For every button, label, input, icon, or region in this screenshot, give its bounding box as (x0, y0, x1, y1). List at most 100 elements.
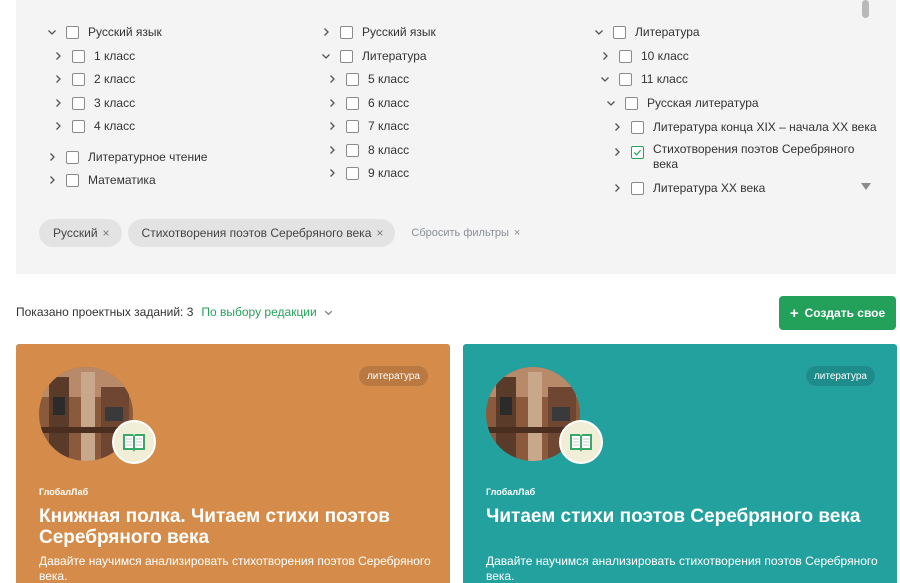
chevron-down-icon[interactable] (605, 97, 617, 109)
tree-node-grade-8[interactable]: 8 класс (326, 140, 409, 160)
chevron-down-icon[interactable] (599, 73, 611, 85)
filter-chip-label: Стихотворения поэтов Серебряного века (141, 226, 372, 240)
tree-node-label: 6 класс (368, 96, 410, 110)
chevron-right-icon[interactable] (52, 50, 64, 62)
scroll-down-arrow-icon[interactable] (861, 183, 871, 190)
checkbox[interactable] (72, 49, 85, 63)
checkbox[interactable] (66, 25, 79, 39)
tree-node-grade-7[interactable]: 7 класс (326, 116, 409, 136)
subject-badge: литература (358, 366, 428, 386)
sort-dropdown[interactable]: По выбору редакции (201, 305, 332, 319)
tree-node-literary-reading[interactable]: Литературное чтение (46, 147, 207, 167)
checkbox[interactable] (72, 72, 85, 86)
checkbox[interactable] (619, 72, 632, 86)
chevron-right-icon[interactable] (52, 97, 64, 109)
chevron-right-icon[interactable] (326, 73, 338, 85)
checkbox-checked[interactable] (631, 146, 644, 159)
chevron-down-icon[interactable] (593, 26, 605, 38)
checkbox[interactable] (346, 166, 359, 180)
reset-filters-label: Сбросить фильтры (411, 227, 509, 239)
create-own-label: Создать свое (804, 306, 886, 320)
checkbox[interactable] (619, 49, 632, 63)
active-filters: Русский × Стихотворения поэтов Серебряно… (39, 219, 520, 247)
tree-node-label: 5 класс (368, 72, 410, 86)
chevron-right-icon[interactable] (326, 120, 338, 132)
tree-node-grade-2[interactable]: 2 класс (52, 69, 135, 89)
tree-node-grade-4[interactable]: 4 класс (52, 116, 135, 136)
tree-node-label: Стихотворения поэтов Серебряного века (653, 142, 855, 171)
card-description: Давайте научимся анализировать стихотвор… (39, 554, 431, 583)
tree-node-grade-1[interactable]: 1 класс (52, 46, 135, 66)
close-icon[interactable]: × (376, 226, 383, 240)
chevron-right-icon[interactable] (611, 146, 623, 158)
chevron-right-icon[interactable] (326, 167, 338, 179)
checkbox[interactable] (631, 181, 644, 195)
chevron-right-icon[interactable] (320, 26, 332, 38)
checkbox[interactable] (631, 120, 644, 134)
tree-node-grade-9[interactable]: 9 класс (326, 163, 409, 183)
tree-node-label: 7 класс (368, 119, 410, 133)
tree-node-label: 10 класс (641, 49, 689, 63)
tree-node-russian[interactable]: Русский язык (46, 22, 162, 42)
tree-node-grade-3[interactable]: 3 класс (52, 93, 135, 113)
checkbox[interactable] (66, 150, 79, 164)
project-card[interactable]: литература ГлобалЛаб Книжная полка. Чита… (16, 344, 450, 583)
chevron-down-icon[interactable] (320, 50, 332, 62)
tree-node-label: Русская литература (647, 96, 759, 110)
card-description: Давайте научимся анализировать стихотвор… (486, 554, 878, 583)
checkbox[interactable] (72, 96, 85, 110)
book-icon (112, 420, 156, 464)
checkbox[interactable] (340, 25, 353, 39)
checkbox[interactable] (72, 119, 85, 133)
card-org: ГлобалЛаб (39, 487, 89, 497)
project-card[interactable]: литература ГлобалЛаб Читаем стихи поэтов… (463, 344, 897, 583)
chevron-right-icon[interactable] (611, 121, 623, 133)
tree-node-literature[interactable]: Литература (593, 22, 700, 42)
card-org: ГлобалЛаб (486, 487, 536, 497)
tree-node-math[interactable]: Математика (46, 170, 156, 190)
chevron-right-icon[interactable] (326, 144, 338, 156)
results-summary: Показано проектных заданий: 3 По выбору … (16, 305, 333, 319)
chevron-down-icon[interactable] (46, 26, 58, 38)
chevron-right-icon[interactable] (599, 50, 611, 62)
tree-node-literature[interactable]: Литература (320, 46, 427, 66)
chevron-right-icon[interactable] (326, 97, 338, 109)
tree-node-grade-5[interactable]: 5 класс (326, 69, 409, 89)
checkbox[interactable] (346, 72, 359, 86)
chevron-right-icon[interactable] (52, 73, 64, 85)
chevron-right-icon[interactable] (52, 120, 64, 132)
tree-node-late-19th-literature[interactable]: Литература конца XIX – начала XX века (611, 117, 877, 137)
tree-node-russian-literature[interactable]: Русская литература (605, 93, 759, 113)
filter-chip[interactable]: Стихотворения поэтов Серебряного века × (127, 219, 396, 247)
card-title[interactable]: Книжная полка. Читаем стихи поэтов Сереб… (39, 506, 434, 548)
tree-node-grade-11[interactable]: 11 класс (599, 69, 688, 89)
book-icon (559, 420, 603, 464)
create-own-button[interactable]: + Создать свое (779, 296, 896, 330)
tree-node-label: Русский язык (88, 25, 162, 39)
chevron-right-icon[interactable] (46, 151, 58, 163)
tree-node-grade-6[interactable]: 6 класс (326, 93, 409, 113)
tree-node-20th-century-literature[interactable]: Литература XX века (611, 178, 765, 198)
chevron-right-icon[interactable] (46, 174, 58, 186)
scrollbar-thumb[interactable] (862, 0, 869, 18)
card-title[interactable]: Читаем стихи поэтов Серебряного века (486, 506, 881, 527)
checkbox[interactable] (66, 173, 79, 187)
tree-node-silver-age-poems[interactable]: Стихотворения поэтов Серебряного века (611, 142, 868, 176)
checkbox[interactable] (613, 25, 626, 39)
filter-chip[interactable]: Русский × (39, 219, 122, 247)
tree-node-label: Литературное чтение (88, 150, 208, 164)
checkbox[interactable] (346, 119, 359, 133)
tree-node-russian[interactable]: Русский язык (320, 22, 436, 42)
checkbox[interactable] (340, 49, 353, 63)
tree-node-label: Русский язык (362, 25, 436, 39)
tree-node-label: Математика (88, 173, 156, 187)
reset-filters-button[interactable]: Сбросить фильтры × (411, 227, 520, 239)
subject-badge: литература (805, 366, 875, 386)
tree-node-grade-10[interactable]: 10 класс (599, 46, 689, 66)
chevron-right-icon[interactable] (611, 182, 623, 194)
checkbox[interactable] (346, 143, 359, 157)
close-icon[interactable]: × (103, 226, 110, 240)
checkbox[interactable] (346, 96, 359, 110)
checkbox[interactable] (625, 96, 638, 110)
check-icon (633, 149, 642, 156)
